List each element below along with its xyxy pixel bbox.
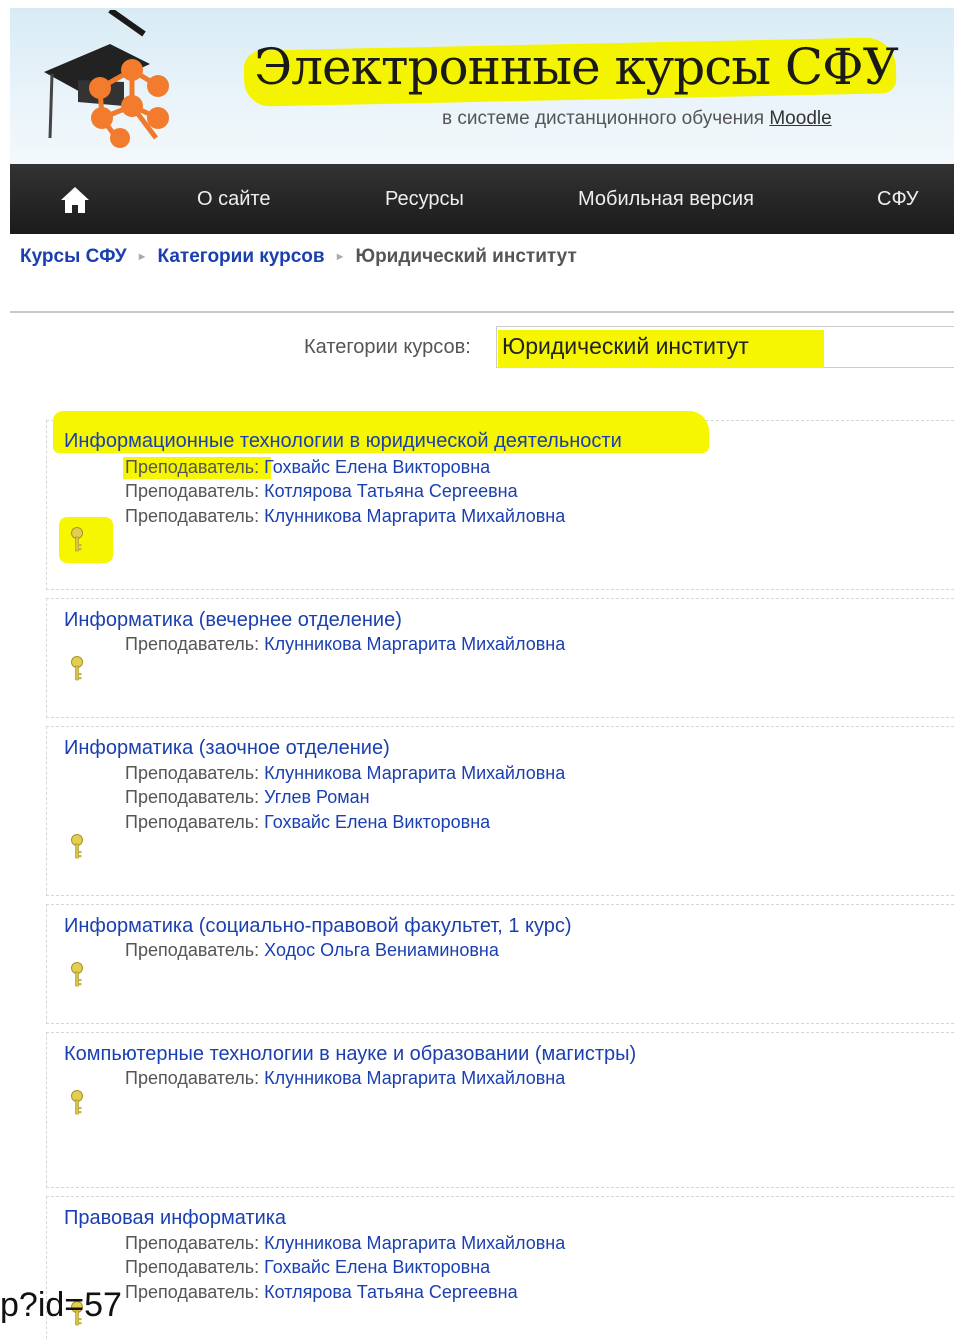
teacher-role: Преподаватель: [125,1068,260,1088]
teacher-role: Преподаватель: [125,506,260,526]
course-box: Информатика (социально-правовой факульте… [46,904,954,1024]
teacher-role: Преподаватель: [125,787,260,807]
site-subtitle: в системе дистанционного обучения Moodle [442,108,832,130]
breadcrumb: Курсы СФУ ► Категории курсов ► Юридический и… [20,246,577,268]
course-link[interactable]: Информатика (социально-правовой факульте… [64,915,572,938]
category-select-value[interactable]: Юридический институт [502,333,749,360]
teacher-line: Преподаватель: Клунникова Маргарита Миха… [125,634,565,655]
breadcrumb-current: Юридический институт [355,246,577,267]
teacher-role: Преподаватель: [125,1233,260,1253]
teacher-role: Преподаватель: [125,1282,260,1302]
course-box: Правовая информатика Преподаватель: Клун… [46,1196,954,1339]
teacher-line: Преподаватель: Гохвайс Елена Викторовна [125,812,490,833]
teacher-role: Преподаватель: [125,1257,260,1277]
teacher-link[interactable]: Клунникова Маргарита Михайловна [264,634,565,654]
teacher-link[interactable]: Клунникова Маргарита Михайловна [264,763,565,783]
teacher-link[interactable]: Углев Роман [264,787,369,807]
course-link[interactable]: Информатика (вечернее отделение) [64,609,402,632]
category-label: Категории курсов: [304,336,471,358]
teacher-line: Преподаватель: Котлярова Татьяна Сергеев… [125,1282,518,1303]
teacher-line: Преподаватель: Гохвайс Елена Викторовна [125,457,490,478]
teacher-role: Преподаватель: [125,763,260,783]
teacher-line: Преподаватель: Ходос Ольга Вениаминовна [125,940,499,961]
course-link[interactable]: Информационные технологии в юридической … [64,430,622,453]
key-icon[interactable] [69,962,85,988]
teacher-role: Преподаватель: [125,457,260,477]
url-fragment: p?id=57 [0,1286,122,1324]
nav-sfu[interactable]: СФУ [877,188,918,211]
teacher-link[interactable]: Гохвайс Елена Викторовна [264,1257,490,1277]
breadcrumb-categories[interactable]: Категории курсов [158,246,325,267]
breadcrumb-separator-icon: ► [136,251,148,263]
teacher-link[interactable]: Ходос Ольга Вениаминовна [264,940,499,960]
teacher-link[interactable]: Котлярова Татьяна Сергеевна [264,481,517,501]
teacher-link[interactable]: Гохвайс Елена Викторовна [264,457,490,477]
course-box: Компьютерные технологии в науке и образо… [46,1032,954,1188]
teacher-line: Преподаватель: Клунникова Маргарита Миха… [125,1068,565,1089]
main-navbar: О сайте Ресурсы Мобильная версия СФУ [10,164,954,234]
teacher-line: Преподаватель: Клунникова Маргарита Миха… [125,763,565,784]
site-banner: Электронные курсы СФУ в системе дистанци… [10,8,954,164]
key-icon[interactable] [69,527,85,553]
key-icon[interactable] [69,834,85,860]
nav-about[interactable]: О сайте [197,188,270,211]
teacher-role: Преподаватель: [125,812,260,832]
teacher-link[interactable]: Клунникова Маргарита Михайловна [264,1233,565,1253]
course-box: Информатика (заочное отделение) Преподав… [46,726,954,896]
breadcrumb-home[interactable]: Курсы СФУ [20,246,127,267]
subtitle-text: в системе дистанционного обучения [442,108,765,129]
teacher-line: Преподаватель: Гохвайс Елена Викторовна [125,1257,490,1278]
teacher-link[interactable]: Клунникова Маргарита Михайловна [264,506,565,526]
highlight-mark [59,517,113,563]
teacher-line: Преподаватель: Клунникова Маргарита Миха… [125,1233,565,1254]
nav-resources[interactable]: Ресурсы [385,188,464,211]
key-icon[interactable] [69,1090,85,1116]
teacher-line: Преподаватель: Клунникова Маргарита Миха… [125,506,565,527]
teacher-role: Преподаватель: [125,634,260,654]
teacher-role: Преподаватель: [125,940,260,960]
course-link[interactable]: Информатика (заочное отделение) [64,737,390,760]
moodle-link[interactable]: Moodle [769,108,831,129]
divider [10,311,954,313]
home-icon[interactable] [60,186,90,214]
course-box: Информатика (вечернее отделение) Препода… [46,598,954,718]
course-link[interactable]: Правовая информатика [64,1207,286,1230]
nav-mobile-version[interactable]: Мобильная версия [578,188,754,211]
key-icon[interactable] [69,656,85,682]
teacher-link[interactable]: Гохвайс Елена Викторовна [264,812,490,832]
course-box: Информационные технологии в юридической … [46,411,954,590]
breadcrumb-separator-icon: ► [334,251,346,263]
logo-icon [44,10,169,148]
teacher-link[interactable]: Клунникова Маргарита Михайловна [264,1068,565,1088]
course-link[interactable]: Компьютерные технологии в науке и образо… [64,1043,636,1066]
teacher-line: Преподаватель: Котлярова Татьяна Сергеев… [125,481,518,502]
teacher-link[interactable]: Котлярова Татьяна Сергеевна [264,1282,517,1302]
teacher-role: Преподаватель: [125,481,260,501]
teacher-line: Преподаватель: Углев Роман [125,787,370,808]
site-title: Электронные курсы СФУ [254,38,899,96]
